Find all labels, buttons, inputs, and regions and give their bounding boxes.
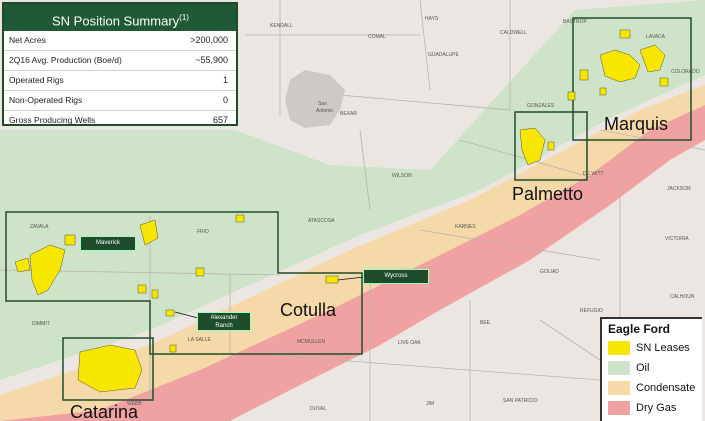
county-colorado: COLORADO [671,69,700,75]
summary-label: Net Acres [9,35,46,45]
marquis-label: Marquis [604,114,668,134]
legend-swatch [608,341,630,355]
county-lavaca: LAVACA [646,34,666,40]
summary-row-non-operated-rigs: Non-Operated Rigs 0 [4,91,236,111]
summary-value: 0 [222,95,228,105]
summary-value: >200,000 [190,35,228,45]
county-comal: COMAL [368,34,386,40]
county-victoria: VICTORIA [665,236,689,242]
county-caldwell: CALDWELL [500,30,527,36]
county-bastrop: BASTROP [563,19,588,25]
legend-label: SN Leases [636,342,690,354]
wycross-tag: Wycross [363,269,429,284]
summary-label: Non-Operated Rigs [9,95,83,105]
county-bexar: BEXAR [340,111,357,117]
county-san-patricio: SAN PATRICIO [503,398,538,404]
legend-label: Condensate [636,382,696,394]
legend-title: Eagle Ford [608,322,671,336]
summary-value: 1 [222,75,228,85]
summary-row-producing-wells: Gross Producing Wells 657 [4,111,236,130]
summary-row-production: 2Q16 Avg. Production (Boe/d) ~55,900 [4,51,236,71]
county-live-oak: LIVE OAK [398,340,421,346]
legend-swatch [608,401,630,415]
position-summary-title: SN Position Summary(1) [4,4,236,31]
county-jim-wells: JIM [426,401,434,407]
legend-item-condensate: Condensate [602,378,702,398]
county-webb: WEBB [127,401,142,407]
county-hays: HAYS [425,16,439,22]
position-summary-footnote: (1) [179,13,189,22]
alexander-tag-line-1: Alexander [210,315,238,321]
county-kendall: KENDALL [270,23,293,29]
county-zavala: ZAVALA [30,224,49,230]
county-san-antonio-1: San [318,101,327,107]
legend-item-sn-leases: SN Leases [602,338,702,358]
map-legend: Eagle Ford SN Leases Oil Condensate Dry … [600,317,702,421]
maverick-tag: Maverick [80,236,136,251]
position-summary-panel: SN Position Summary(1) Net Acres >200,00… [2,2,238,126]
county-goliad: GOLIAD [540,269,559,275]
county-mcmullen: MCMULLEN [297,339,325,345]
county-wilson: WILSON [392,173,412,179]
county-duval: DUVAL [310,406,327,412]
county-san-antonio-2: Antonio [316,108,333,114]
legend-swatch [608,361,630,375]
county-jackson: JACKSON [667,186,691,192]
summary-row-operated-rigs: Operated Rigs 1 [4,71,236,91]
wycross-tag-label: Wycross [384,273,408,279]
county-calhoun: CALHOUN [670,294,695,300]
county-dewitt: DE WITT [583,171,604,177]
summary-label: 2Q16 Avg. Production (Boe/d) [9,55,122,65]
county-karnes: KARNES [455,224,476,230]
summary-label: Operated Rigs [9,75,64,85]
county-bee: BEE [480,320,491,326]
legend-label: Dry Gas [636,402,677,414]
cotulla-label: Cotulla [280,300,337,320]
legend-item-oil: Oil [602,358,702,378]
county-guadalupe: GUADALUPE [428,52,460,58]
palmetto-label: Palmetto [512,184,583,204]
county-refugio: REFUGIO [580,308,603,314]
legend-item-dry-gas: Dry Gas [602,398,702,418]
county-la-salle: LA SALLE [188,337,211,343]
county-gonzales: GONZALES [527,103,555,109]
county-frio: FRIO [197,229,209,235]
summary-value: ~55,900 [195,55,228,65]
summary-label: Gross Producing Wells [9,115,96,125]
maverick-tag-label: Maverick [95,240,120,246]
legend-swatch [608,381,630,395]
alexander-ranch-tag: Alexander Ranch [197,312,251,331]
county-dimmit: DIMMIT [32,321,50,327]
legend-label: Oil [636,362,650,374]
position-summary-title-text: SN Position Summary [52,13,180,29]
county-atascosa: ATASCOSA [308,218,335,224]
summary-value: 657 [212,115,228,125]
alexander-tag-line-2: Ranch [215,323,233,329]
summary-row-net-acres: Net Acres >200,000 [4,31,236,51]
